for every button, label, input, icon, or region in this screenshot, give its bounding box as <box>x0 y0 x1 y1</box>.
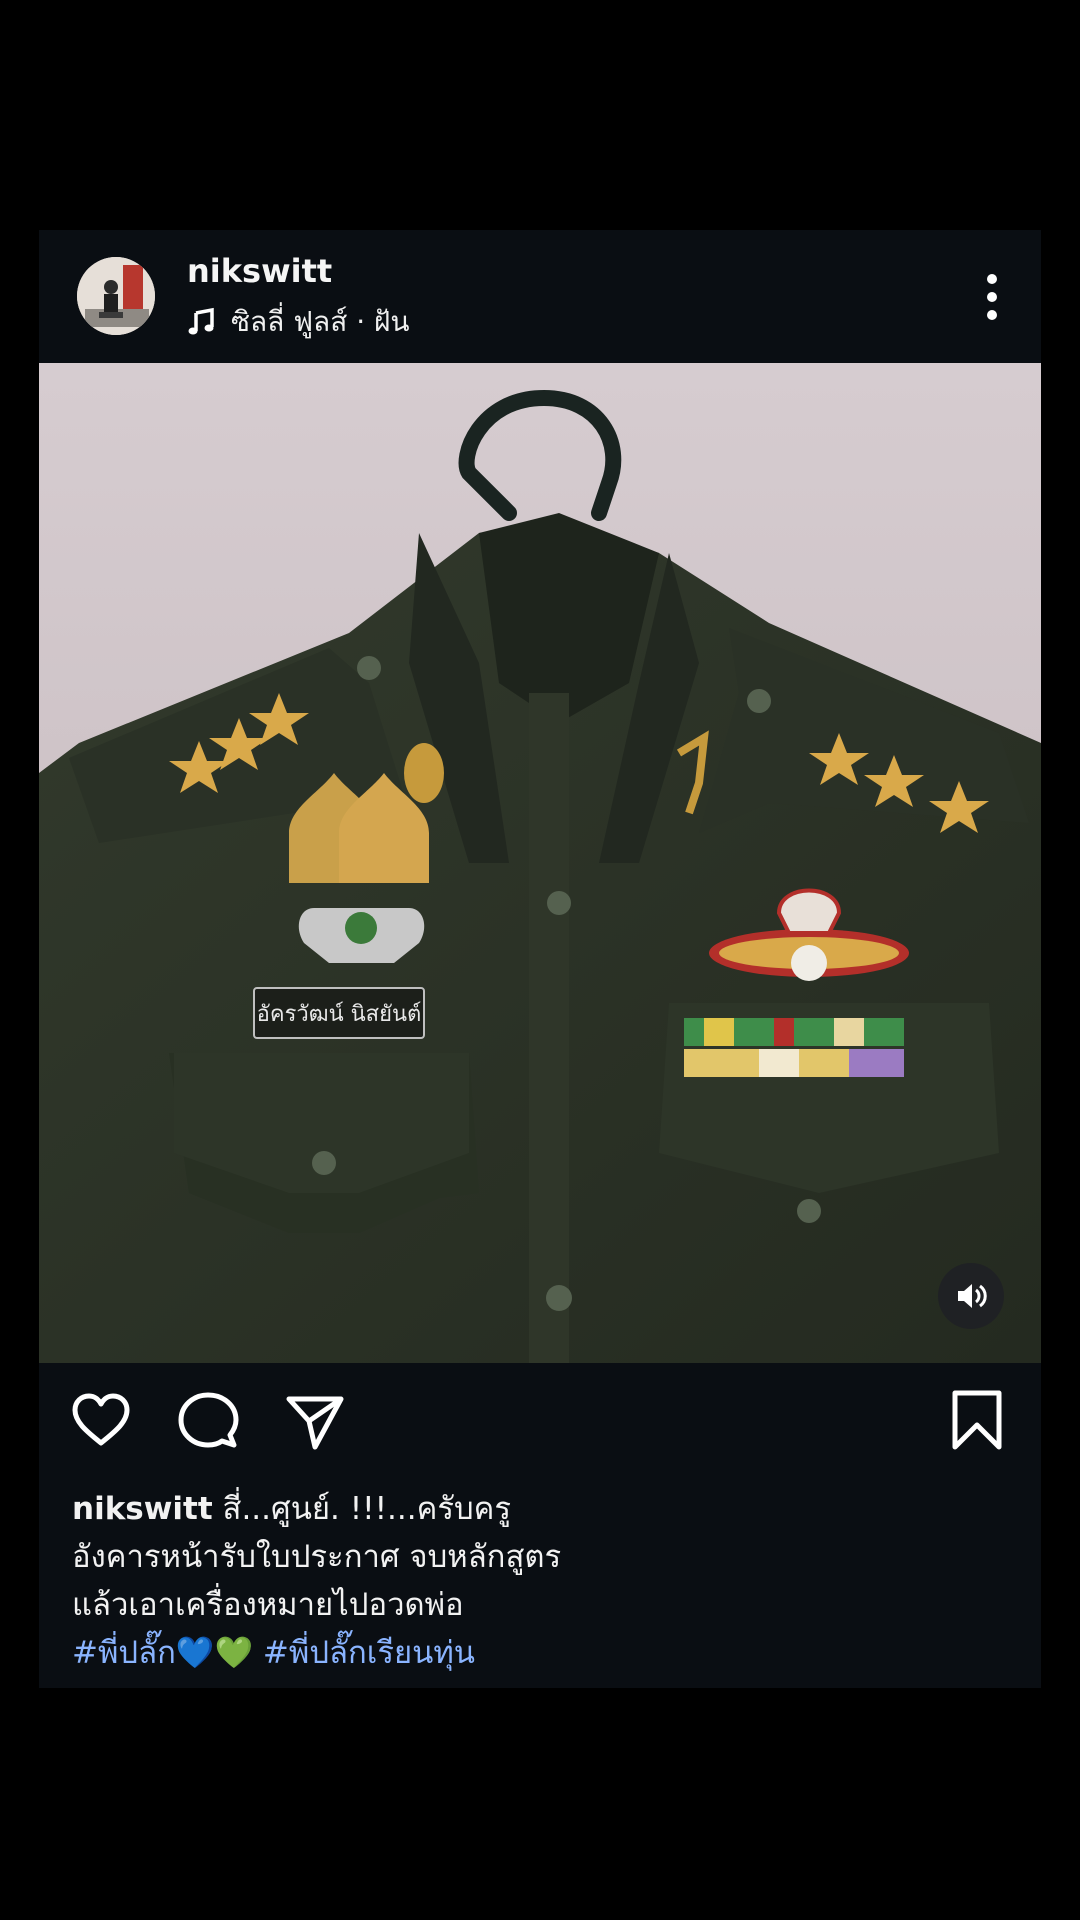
comment-button[interactable] <box>176 1389 240 1453</box>
volume-icon <box>958 1284 987 1308</box>
send-icon <box>286 1396 344 1450</box>
uniform-photo: อัครวัฒน์ นิสยันต์ <box>39 363 1041 1363</box>
music-note-icon <box>188 307 214 335</box>
like-button[interactable] <box>69 1389 133 1453</box>
more-options-button[interactable] <box>977 266 1007 328</box>
music-row[interactable]: ซิลลี่ ฟูลส์ · ฝัน <box>187 302 410 342</box>
music-label: ซิลลี่ ฟูลส์ · ฝัน <box>231 305 410 338</box>
caption-line-2: อังคารหน้ารับใบประกาศ จบหลักสูตร <box>72 1539 562 1575</box>
mute-button[interactable] <box>938 1263 1004 1329</box>
comment-icon <box>178 1392 239 1448</box>
caption-text-1: สี่...ศูนย์. !!!...ครับครู <box>222 1491 512 1527</box>
more-vertical-icon <box>987 274 997 320</box>
post-card: nikswitt ซิลลี่ ฟูลส์ · ฝัน อัครวัฒน์ นิ… <box>39 230 1041 1688</box>
save-button[interactable] <box>945 1389 1009 1453</box>
bookmark-icon <box>952 1390 1002 1450</box>
post-username[interactable]: nikswitt <box>187 252 332 290</box>
share-button[interactable] <box>283 1389 347 1453</box>
hashtag-link[interactable]: #พี่ปลั๊ก💙💚 <box>72 1635 253 1671</box>
post-media[interactable]: อัครวัฒน์ นิสยันต์ <box>39 363 1041 1363</box>
post-actions <box>39 1363 1041 1493</box>
caption-line-3: แล้วเอาเครื่องหมายไปอวดพ่อ <box>72 1587 464 1623</box>
post-caption: nikswitt สี่...ศูนย์. !!!...ครับครู อังค… <box>72 1485 1012 1677</box>
name-tag-text: อัครวัฒน์ นิสยันต์ <box>257 1002 422 1027</box>
heart-icon <box>72 1393 130 1446</box>
hashtag-link[interactable]: #พี่ปลั๊กเรียนทุ่น <box>263 1635 475 1671</box>
caption-hashtags: #พี่ปลั๊ก💙💚 #พี่ปลั๊กเรียนทุ่น <box>72 1629 1012 1677</box>
post-header: nikswitt ซิลลี่ ฟูลส์ · ฝัน <box>39 230 1041 363</box>
avatar[interactable] <box>77 257 155 335</box>
caption-line-1: nikswitt สี่...ศูนย์. !!!...ครับครู <box>72 1485 1012 1533</box>
caption-username[interactable]: nikswitt <box>72 1491 213 1527</box>
